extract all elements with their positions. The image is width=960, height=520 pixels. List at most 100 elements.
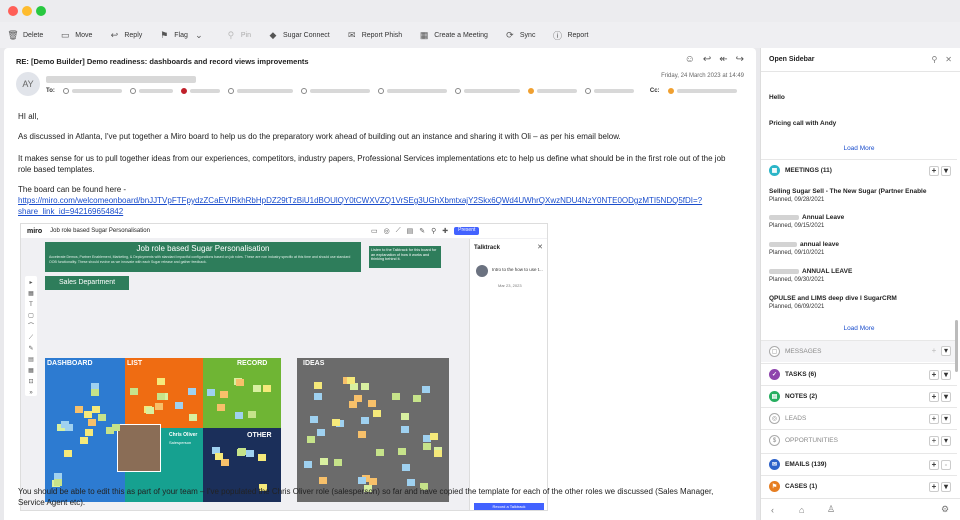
- miro-sales-dept: Sales Department: [45, 276, 129, 290]
- chevron-down-icon[interactable]: ▾: [941, 392, 951, 402]
- chevron-down-icon[interactable]: ▾: [941, 414, 951, 424]
- sticky-note: [421, 386, 430, 394]
- sticky-note: [433, 449, 442, 457]
- back-icon[interactable]: ‹: [771, 505, 774, 515]
- email-paragraph: It makes sense for us to pull together i…: [18, 154, 726, 174]
- sidebar-item[interactable]: Pricing call with Andy: [769, 120, 836, 127]
- sticky-note: [247, 411, 256, 419]
- miro-board-link[interactable]: https://miro.com/welcomeonboard/bnJJTVpF…: [18, 195, 738, 206]
- chevron-down-icon[interactable]: ▾: [941, 166, 951, 176]
- meeting-item[interactable]: Selling Sugar Sell - The New Sugar (Part…: [769, 188, 926, 195]
- window-title-bar: [0, 0, 960, 22]
- message-toolbar: 🗑 Delete ▭ Move ↩ Reply ⚑ Flag ⌄ ⚲ Pin ◆ Sugar …: [0, 22, 960, 48]
- user-icon[interactable]: ♙: [827, 504, 835, 515]
- sticky-note: [54, 478, 63, 486]
- sticky-note: [400, 426, 409, 434]
- sticky-note: [189, 413, 198, 421]
- emails-icon: ✉: [769, 459, 780, 470]
- pin-button[interactable]: ⚲ Pin: [226, 30, 251, 40]
- recipients-row: To: Cc:: [46, 87, 744, 95]
- sidebar-item[interactable]: Hello: [769, 94, 785, 101]
- chevron-down-icon[interactable]: ▾: [941, 482, 951, 492]
- add-button[interactable]: +: [929, 346, 939, 356]
- section-messages[interactable]: ▢ MESSAGES + ▾: [761, 340, 957, 362]
- add-button[interactable]: +: [929, 166, 939, 176]
- sticky-note: [237, 448, 246, 456]
- add-button[interactable]: +: [929, 482, 939, 492]
- add-button[interactable]: +: [929, 392, 939, 402]
- sugar-connect-button[interactable]: ◆ Sugar Connect: [268, 30, 330, 40]
- miro-logo: miro: [27, 227, 43, 235]
- sticky-note: [372, 410, 381, 418]
- sticky-note: [333, 459, 342, 467]
- create-meeting-button[interactable]: ▦ Create a Meeting: [419, 30, 488, 40]
- meeting-item[interactable]: annual leave: [769, 241, 839, 248]
- recipient[interactable]: [300, 88, 370, 94]
- sync-button[interactable]: ⟳ Sync: [505, 30, 535, 40]
- meeting-item[interactable]: ANNUAL LEAVE: [769, 268, 852, 275]
- home-icon[interactable]: ⌂: [799, 505, 804, 515]
- reply-button[interactable]: ↩ Reply: [109, 30, 143, 40]
- load-more-link[interactable]: Load More: [761, 145, 957, 152]
- add-button[interactable]: +: [929, 436, 939, 446]
- trash-icon: 🗑: [7, 29, 19, 40]
- add-button[interactable]: +: [929, 414, 939, 424]
- redacted-name: [769, 268, 799, 274]
- sticky-note: [412, 394, 421, 402]
- sticky-note: [215, 453, 224, 461]
- meeting-item[interactable]: QPULSE and LIMS deep dive I SugarCRM: [769, 295, 897, 302]
- meeting-item[interactable]: Annual Leave: [769, 214, 844, 221]
- cc-recipient[interactable]: [667, 88, 737, 94]
- recipient[interactable]: [227, 88, 293, 94]
- delete-button[interactable]: 🗑 Delete: [7, 29, 43, 40]
- email-paragraph: The board can be found here -: [18, 185, 127, 194]
- gear-icon[interactable]: ⚙: [941, 504, 949, 515]
- pin-icon[interactable]: ⚲: [931, 55, 937, 64]
- recipient[interactable]: [377, 88, 447, 94]
- zoom-window-button[interactable]: [36, 6, 46, 16]
- report-icon: ⓘ: [552, 30, 562, 41]
- close-icon[interactable]: ✕: [945, 55, 952, 64]
- recipient[interactable]: [129, 88, 173, 94]
- minus-icon[interactable]: -: [941, 460, 951, 470]
- recipient[interactable]: [454, 88, 520, 94]
- email-greeting: HI all,: [18, 112, 39, 121]
- reply-all-icon[interactable]: ↞: [719, 54, 727, 65]
- sticky-note: [376, 449, 385, 457]
- flag-button[interactable]: ⚑ Flag ⌄: [159, 30, 209, 40]
- section-emails[interactable]: ✉ EMAILS (139) + -: [761, 453, 957, 475]
- section-cases[interactable]: ⚑ CASES (1) + ▾: [761, 475, 957, 497]
- minimize-window-button[interactable]: [22, 6, 32, 16]
- section-opportunities[interactable]: $ OPPORTUNITIES + ▾: [761, 429, 957, 451]
- reply-icon[interactable]: ↩: [703, 54, 711, 65]
- talktrack-panel: Talktrack ✕ Intro to the how to use t...…: [469, 239, 547, 510]
- section-meetings[interactable]: ▦ MEETINGS (11) + ▾: [761, 159, 957, 181]
- chevron-down-icon[interactable]: ▾: [941, 436, 951, 446]
- recipient[interactable]: [180, 88, 220, 94]
- section-notes[interactable]: ▤ NOTES (2) + ▾: [761, 385, 957, 407]
- section-tasks[interactable]: ✓ TASKS (6) + ▾: [761, 363, 957, 385]
- section-leads[interactable]: ◎ LEADS + ▾: [761, 407, 957, 429]
- miro-board-link-cont[interactable]: share_link_id=942169654842: [18, 206, 738, 217]
- report-phish-button[interactable]: ✉ Report Phish: [347, 30, 402, 40]
- move-button[interactable]: ▭ Move: [60, 30, 92, 40]
- close-window-button[interactable]: [8, 6, 18, 16]
- chevron-down-icon[interactable]: ▾: [941, 346, 951, 356]
- chevron-down-icon[interactable]: ▾: [941, 370, 951, 380]
- person-photo: [117, 424, 161, 472]
- miro-toolbar: ▸ ▦ T ▢ ⌒ ⟋ ✎ ▤ ▦ ⊡»: [25, 276, 37, 396]
- emoji-icon[interactable]: ☺: [685, 54, 695, 65]
- add-button[interactable]: +: [929, 460, 939, 470]
- add-button[interactable]: +: [929, 370, 939, 380]
- sticky-note: [309, 416, 318, 424]
- sidebar-scrollbar[interactable]: [955, 320, 958, 372]
- recipient[interactable]: [62, 88, 122, 94]
- recipient[interactable]: [527, 88, 577, 94]
- report-button[interactable]: ⓘ Report: [552, 30, 589, 41]
- load-more-link[interactable]: Load More: [761, 325, 957, 332]
- recipient[interactable]: [584, 88, 634, 94]
- forward-icon[interactable]: ↪: [736, 54, 744, 65]
- close-icon[interactable]: ✕: [537, 243, 543, 251]
- chevron-down-icon[interactable]: ⌄: [194, 30, 204, 40]
- miro-callout: Listen to the Talktrack for this board f…: [369, 246, 441, 268]
